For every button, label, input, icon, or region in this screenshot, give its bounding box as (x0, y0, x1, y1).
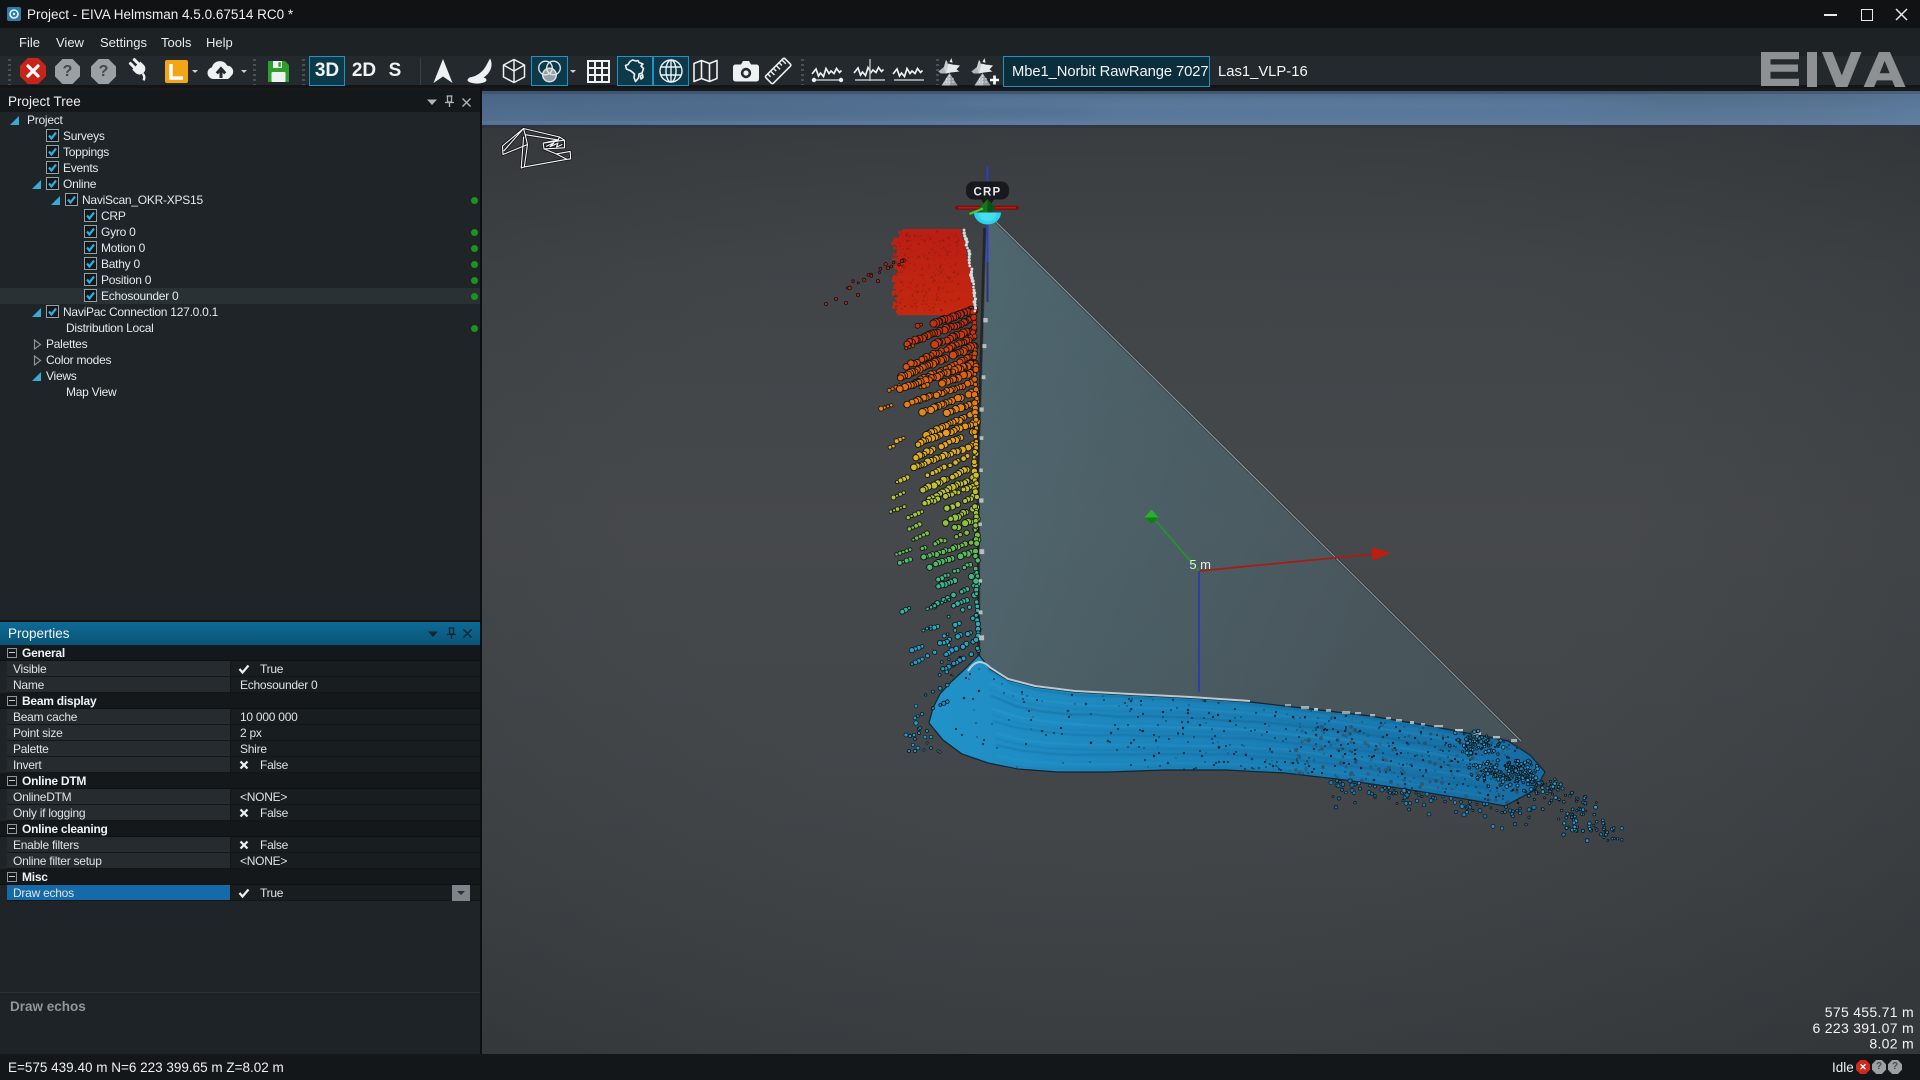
svg-text:575 455.71 m: 575 455.71 m (1825, 1004, 1914, 1020)
svg-text:8.02 m: 8.02 m (1869, 1036, 1914, 1052)
svg-text:5 m: 5 m (1189, 557, 1211, 572)
svg-text:6 223 391.07 m: 6 223 391.07 m (1813, 1020, 1915, 1036)
svg-text:CRP: CRP (974, 187, 1002, 199)
